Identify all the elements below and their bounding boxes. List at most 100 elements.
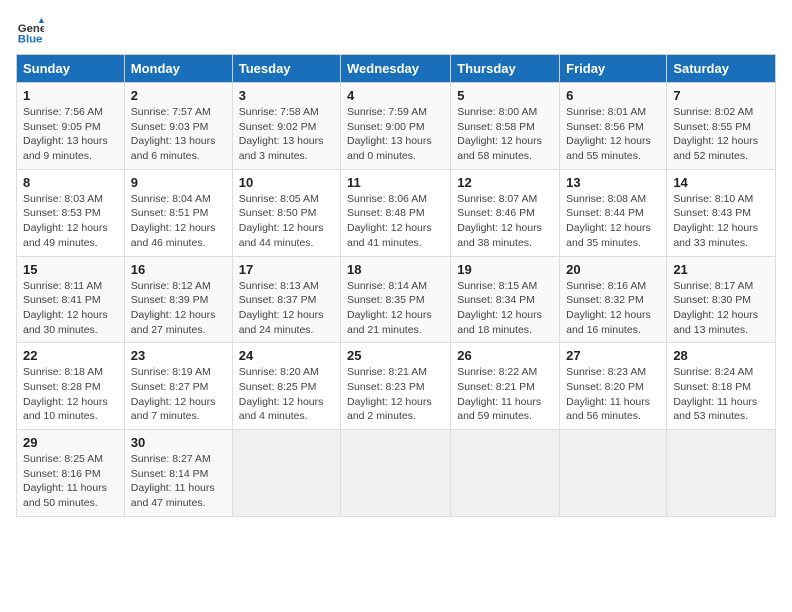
- calendar-cell: 23 Sunrise: 8:19 AMSunset: 8:27 PMDayligh…: [124, 343, 232, 430]
- day-info: Sunrise: 8:21 AMSunset: 8:23 PMDaylight:…: [347, 365, 444, 424]
- calendar-cell: 6 Sunrise: 8:01 AMSunset: 8:56 PMDaylight…: [560, 83, 667, 170]
- calendar-cell: 30 Sunrise: 8:27 AMSunset: 8:14 PMDayligh…: [124, 430, 232, 517]
- day-info: Sunrise: 7:58 AMSunset: 9:02 PMDaylight:…: [239, 105, 334, 164]
- day-number: 30: [131, 435, 226, 450]
- day-info: Sunrise: 8:24 AMSunset: 8:18 PMDaylight:…: [673, 365, 769, 424]
- header-monday: Monday: [124, 55, 232, 83]
- day-info: Sunrise: 8:18 AMSunset: 8:28 PMDaylight:…: [23, 365, 118, 424]
- calendar-cell: 27 Sunrise: 8:23 AMSunset: 8:20 PMDayligh…: [560, 343, 667, 430]
- calendar-cell: 25Sunrise: 8:21 AMSunset: 8:23 PMDayligh…: [341, 343, 451, 430]
- day-number: 24: [239, 348, 334, 363]
- day-number: 6: [566, 88, 660, 103]
- calendar-row: 15 Sunrise: 8:11 AMSunset: 8:41 PMDayligh…: [17, 256, 776, 343]
- calendar-cell: 13 Sunrise: 8:08 AMSunset: 8:44 PMDayligh…: [560, 169, 667, 256]
- day-info: Sunrise: 7:59 AMSunset: 9:00 PMDaylight:…: [347, 105, 444, 164]
- day-number: 5: [457, 88, 553, 103]
- calendar-cell: 11 Sunrise: 8:06 AMSunset: 8:48 PMDayligh…: [341, 169, 451, 256]
- day-number: 1: [23, 88, 118, 103]
- day-number: 22: [23, 348, 118, 363]
- day-number: 17: [239, 262, 334, 277]
- day-number: 13: [566, 175, 660, 190]
- day-number: 15: [23, 262, 118, 277]
- day-info: Sunrise: 8:00 AMSunset: 8:58 PMDaylight:…: [457, 105, 553, 164]
- day-number: 4: [347, 88, 444, 103]
- calendar-cell: 28 Sunrise: 8:24 AMSunset: 8:18 PMDayligh…: [667, 343, 776, 430]
- header-friday: Friday: [560, 55, 667, 83]
- day-info: Sunrise: 8:17 AMSunset: 8:30 PMDaylight:…: [673, 279, 769, 338]
- day-number: 26: [457, 348, 553, 363]
- day-number: 11: [347, 175, 444, 190]
- day-number: 19: [457, 262, 553, 277]
- day-info: Sunrise: 8:12 AMSunset: 8:39 PMDaylight:…: [131, 279, 226, 338]
- header-row: SundayMondayTuesdayWednesdayThursdayFrid…: [17, 55, 776, 83]
- day-number: 28: [673, 348, 769, 363]
- calendar-cell: 3 Sunrise: 7:58 AMSunset: 9:02 PMDaylight…: [232, 83, 340, 170]
- day-number: 14: [673, 175, 769, 190]
- day-number: 12: [457, 175, 553, 190]
- svg-text:Blue: Blue: [18, 33, 43, 44]
- calendar-row: 29Sunrise: 8:25 AMSunset: 8:16 PMDayligh…: [17, 430, 776, 517]
- day-info: Sunrise: 8:10 AMSunset: 8:43 PMDaylight:…: [673, 192, 769, 251]
- day-number: 27: [566, 348, 660, 363]
- calendar-cell: 10 Sunrise: 8:05 AMSunset: 8:50 PMDayligh…: [232, 169, 340, 256]
- calendar-cell: 5 Sunrise: 8:00 AMSunset: 8:58 PMDaylight…: [451, 83, 560, 170]
- calendar-cell: 12Sunrise: 8:07 AMSunset: 8:46 PMDayligh…: [451, 169, 560, 256]
- day-info: Sunrise: 8:14 AMSunset: 8:35 PMDaylight:…: [347, 279, 444, 338]
- calendar-cell: [667, 430, 776, 517]
- calendar-cell: 15 Sunrise: 8:11 AMSunset: 8:41 PMDayligh…: [17, 256, 125, 343]
- calendar-cell: 14 Sunrise: 8:10 AMSunset: 8:43 PMDayligh…: [667, 169, 776, 256]
- day-number: 8: [23, 175, 118, 190]
- day-info: Sunrise: 8:20 AMSunset: 8:25 PMDaylight:…: [239, 365, 334, 424]
- calendar-cell: [560, 430, 667, 517]
- calendar-cell: 19 Sunrise: 8:15 AMSunset: 8:34 PMDayligh…: [451, 256, 560, 343]
- day-number: 3: [239, 88, 334, 103]
- calendar-cell: 4 Sunrise: 7:59 AMSunset: 9:00 PMDaylight…: [341, 83, 451, 170]
- day-info: Sunrise: 8:15 AMSunset: 8:34 PMDaylight:…: [457, 279, 553, 338]
- calendar-cell: 29Sunrise: 8:25 AMSunset: 8:16 PMDayligh…: [17, 430, 125, 517]
- day-number: 16: [131, 262, 226, 277]
- day-info: Sunrise: 8:23 AMSunset: 8:20 PMDaylight:…: [566, 365, 660, 424]
- header-tuesday: Tuesday: [232, 55, 340, 83]
- day-info: Sunrise: 8:03 AMSunset: 8:53 PMDaylight:…: [23, 192, 118, 251]
- day-info: Sunrise: 8:11 AMSunset: 8:41 PMDaylight:…: [23, 279, 118, 338]
- calendar-table: SundayMondayTuesdayWednesdayThursdayFrid…: [16, 54, 776, 517]
- calendar-row: 8 Sunrise: 8:03 AMSunset: 8:53 PMDaylight…: [17, 169, 776, 256]
- calendar-cell: 21 Sunrise: 8:17 AMSunset: 8:30 PMDayligh…: [667, 256, 776, 343]
- logo-icon: General Blue: [16, 16, 44, 44]
- day-number: 21: [673, 262, 769, 277]
- day-info: Sunrise: 8:01 AMSunset: 8:56 PMDaylight:…: [566, 105, 660, 164]
- day-number: 20: [566, 262, 660, 277]
- day-info: Sunrise: 8:05 AMSunset: 8:50 PMDaylight:…: [239, 192, 334, 251]
- day-number: 23: [131, 348, 226, 363]
- calendar-row: 22 Sunrise: 8:18 AMSunset: 8:28 PMDayligh…: [17, 343, 776, 430]
- header-sunday: Sunday: [17, 55, 125, 83]
- day-number: 18: [347, 262, 444, 277]
- day-info: Sunrise: 7:57 AMSunset: 9:03 PMDaylight:…: [131, 105, 226, 164]
- calendar-row: 1 Sunrise: 7:56 AMSunset: 9:05 PMDaylight…: [17, 83, 776, 170]
- calendar-cell: 20 Sunrise: 8:16 AMSunset: 8:32 PMDayligh…: [560, 256, 667, 343]
- header-thursday: Thursday: [451, 55, 560, 83]
- day-number: 7: [673, 88, 769, 103]
- calendar-cell: 18 Sunrise: 8:14 AMSunset: 8:35 PMDayligh…: [341, 256, 451, 343]
- day-number: 10: [239, 175, 334, 190]
- calendar-cell: [341, 430, 451, 517]
- calendar-cell: 16 Sunrise: 8:12 AMSunset: 8:39 PMDayligh…: [124, 256, 232, 343]
- day-info: Sunrise: 7:56 AMSunset: 9:05 PMDaylight:…: [23, 105, 118, 164]
- day-info: Sunrise: 8:19 AMSunset: 8:27 PMDaylight:…: [131, 365, 226, 424]
- calendar-cell: 17 Sunrise: 8:13 AMSunset: 8:37 PMDayligh…: [232, 256, 340, 343]
- calendar-cell: 2Sunrise: 7:57 AMSunset: 9:03 PMDaylight…: [124, 83, 232, 170]
- header-saturday: Saturday: [667, 55, 776, 83]
- day-info: Sunrise: 8:02 AMSunset: 8:55 PMDaylight:…: [673, 105, 769, 164]
- calendar-cell: 22 Sunrise: 8:18 AMSunset: 8:28 PMDayligh…: [17, 343, 125, 430]
- day-number: 29: [23, 435, 118, 450]
- logo: General Blue: [16, 16, 48, 44]
- day-number: 9: [131, 175, 226, 190]
- day-info: Sunrise: 8:06 AMSunset: 8:48 PMDaylight:…: [347, 192, 444, 251]
- day-info: Sunrise: 8:08 AMSunset: 8:44 PMDaylight:…: [566, 192, 660, 251]
- day-info: Sunrise: 8:22 AMSunset: 8:21 PMDaylight:…: [457, 365, 553, 424]
- day-info: Sunrise: 8:16 AMSunset: 8:32 PMDaylight:…: [566, 279, 660, 338]
- calendar-cell: 24 Sunrise: 8:20 AMSunset: 8:25 PMDayligh…: [232, 343, 340, 430]
- day-info: Sunrise: 8:27 AMSunset: 8:14 PMDaylight:…: [131, 452, 226, 511]
- day-info: Sunrise: 8:13 AMSunset: 8:37 PMDaylight:…: [239, 279, 334, 338]
- calendar-cell: [232, 430, 340, 517]
